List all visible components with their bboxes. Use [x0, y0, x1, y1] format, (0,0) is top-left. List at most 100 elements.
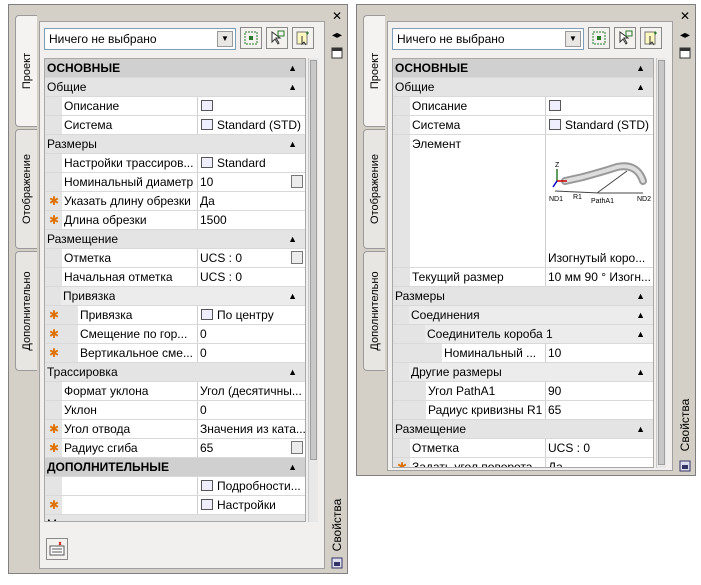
- property-row[interactable]: ✱ Смещение по гор... 0: [45, 325, 305, 344]
- toggle-pickadd-button[interactable]: [240, 27, 262, 49]
- category-header[interactable]: Общие ▲: [393, 78, 653, 97]
- collapse-icon[interactable]: ▲: [636, 363, 645, 381]
- property-row[interactable]: Система Standard (STD): [393, 116, 653, 135]
- palette-menu-icon[interactable]: [330, 557, 344, 571]
- property-row[interactable]: ✱ Задать угол поворота ... Да: [393, 458, 653, 467]
- quick-select-button[interactable]: [640, 27, 662, 49]
- category-header[interactable]: Соединитель короба 1 ▲: [393, 325, 653, 344]
- property-value[interactable]: 1500: [198, 211, 305, 229]
- property-row[interactable]: Отметка UCS : 0: [45, 249, 305, 268]
- toolspace-button[interactable]: [46, 538, 68, 560]
- section-header[interactable]: ОСНОВНЫЕ ▲: [393, 59, 653, 78]
- tab-extended[interactable]: Дополнительно: [15, 251, 37, 371]
- lock-icon[interactable]: [291, 251, 303, 264]
- scrollbar-thumb[interactable]: [310, 60, 317, 460]
- section-header[interactable]: ОСНОВНЫЕ ▲: [45, 59, 305, 78]
- selection-dropdown[interactable]: Ничего не выбрано ▼: [44, 28, 236, 50]
- category-header[interactable]: Привязка ▲: [45, 287, 305, 306]
- property-value[interactable]: 10: [198, 173, 291, 191]
- property-row[interactable]: Текущий размер 10 мм 90 ° Изогн...: [393, 268, 653, 287]
- property-row[interactable]: Номинальный диаметр 10: [45, 173, 305, 192]
- property-value[interactable]: Да: [198, 192, 305, 210]
- quick-select-button[interactable]: [292, 27, 314, 49]
- category-header[interactable]: Другие размеры ▲: [393, 363, 653, 382]
- lock-icon[interactable]: [291, 441, 303, 454]
- property-row[interactable]: ✱ Указать длину обрезки Да: [45, 192, 305, 211]
- collapse-icon[interactable]: ▲: [288, 363, 297, 381]
- property-value[interactable]: 10 мм 90 ° Изогн...: [546, 268, 653, 286]
- category-header[interactable]: Размещение ▲: [45, 230, 305, 249]
- property-row[interactable]: ✱ Настройки: [45, 496, 305, 515]
- category-header[interactable]: Размещение ▲: [393, 420, 653, 439]
- auto-hide-icon[interactable]: ◂▸: [678, 29, 692, 43]
- collapse-icon[interactable]: ▲: [636, 420, 645, 438]
- palette-menu-icon[interactable]: [678, 460, 692, 474]
- property-value[interactable]: 65: [198, 439, 291, 457]
- select-objects-button[interactable]: [614, 27, 636, 49]
- property-row[interactable]: Угол PathA1 90: [393, 382, 653, 401]
- property-value[interactable]: UCS : 0: [198, 249, 291, 267]
- property-row[interactable]: Отметка UCS : 0: [393, 439, 653, 458]
- collapse-icon[interactable]: ▲: [636, 59, 645, 77]
- toggle-pickadd-button[interactable]: [588, 27, 610, 49]
- auto-hide-icon[interactable]: ◂▸: [330, 29, 344, 43]
- property-row[interactable]: Начальная отметка UCS : 0: [45, 268, 305, 287]
- scrollbar-left[interactable]: [308, 58, 318, 522]
- collapse-icon[interactable]: ▲: [636, 78, 645, 96]
- collapse-icon[interactable]: ▲: [288, 230, 297, 248]
- select-objects-button[interactable]: [266, 27, 288, 49]
- property-value[interactable]: 0: [198, 401, 305, 419]
- properties-icon[interactable]: [330, 47, 344, 61]
- collapse-icon[interactable]: ▲: [288, 287, 297, 305]
- property-value[interactable]: Угол (десятичны...: [198, 382, 305, 400]
- property-value[interactable]: По центру: [215, 306, 305, 324]
- collapse-icon[interactable]: ▲: [636, 306, 645, 324]
- collapse-icon[interactable]: ▲: [636, 325, 645, 343]
- property-row[interactable]: Уклон 0: [45, 401, 305, 420]
- category-header[interactable]: Соединения ▲: [393, 306, 653, 325]
- tab-project[interactable]: Проект: [15, 15, 37, 127]
- section-header[interactable]: ДОПОЛНИТЕЛЬНЫЕ ▲: [45, 458, 305, 477]
- collapse-icon[interactable]: ▲: [288, 458, 297, 476]
- collapse-icon[interactable]: ▲: [288, 78, 297, 96]
- property-value[interactable]: Подробности...: [215, 477, 305, 495]
- property-row[interactable]: ✱ Угол отвода Значения из ката...: [45, 420, 305, 439]
- collapse-icon[interactable]: ▲: [636, 287, 645, 305]
- property-value[interactable]: 90: [546, 382, 653, 400]
- tab-project[interactable]: Проект: [363, 15, 385, 127]
- property-value[interactable]: UCS : 0: [198, 268, 305, 286]
- property-row[interactable]: ✱ Вертикальное сме... 0: [45, 344, 305, 363]
- property-row[interactable]: Описание: [393, 97, 653, 116]
- collapse-icon[interactable]: ▲: [288, 59, 297, 77]
- property-row[interactable]: ✱ Длина обрезки 1500: [45, 211, 305, 230]
- collapse-icon[interactable]: ▲: [288, 515, 297, 521]
- properties-icon[interactable]: [678, 47, 692, 61]
- property-value[interactable]: Standard: [215, 154, 305, 172]
- property-row[interactable]: ✱ Радиус сгиба 65: [45, 439, 305, 458]
- property-value[interactable]: 10: [546, 344, 653, 362]
- property-value[interactable]: Да: [546, 458, 653, 467]
- property-row[interactable]: Подробности...: [45, 477, 305, 496]
- tab-extended[interactable]: Дополнительно: [363, 251, 385, 371]
- property-row[interactable]: Описание: [45, 97, 305, 116]
- property-value[interactable]: UCS : 0: [546, 439, 653, 457]
- property-value[interactable]: Standard (STD): [215, 116, 305, 134]
- scrollbar-right[interactable]: [656, 58, 666, 468]
- category-header[interactable]: Метки и стрелки направления потока ▲: [45, 515, 305, 521]
- property-row[interactable]: Радиус кривизны R1 65: [393, 401, 653, 420]
- close-icon[interactable]: ✕: [330, 9, 344, 23]
- property-value[interactable]: Standard (STD): [563, 116, 653, 134]
- property-value[interactable]: 0: [198, 344, 305, 362]
- property-row[interactable]: Номинальный ... 10: [393, 344, 653, 363]
- property-row[interactable]: ✱ Привязка По центру: [45, 306, 305, 325]
- property-value[interactable]: 0: [198, 325, 305, 343]
- property-row[interactable]: Элемент Z ND1 R1 PathA1 ND2 Изогнутый коро...: [393, 135, 653, 268]
- collapse-icon[interactable]: ▲: [288, 135, 297, 153]
- tab-display[interactable]: Отображение: [15, 129, 37, 249]
- category-header[interactable]: Размеры ▲: [45, 135, 305, 154]
- category-header[interactable]: Трассировка ▲: [45, 363, 305, 382]
- category-header[interactable]: Общие ▲: [45, 78, 305, 97]
- lock-icon[interactable]: [291, 175, 303, 188]
- selection-dropdown[interactable]: Ничего не выбрано ▼: [392, 28, 584, 50]
- scrollbar-thumb[interactable]: [658, 60, 665, 465]
